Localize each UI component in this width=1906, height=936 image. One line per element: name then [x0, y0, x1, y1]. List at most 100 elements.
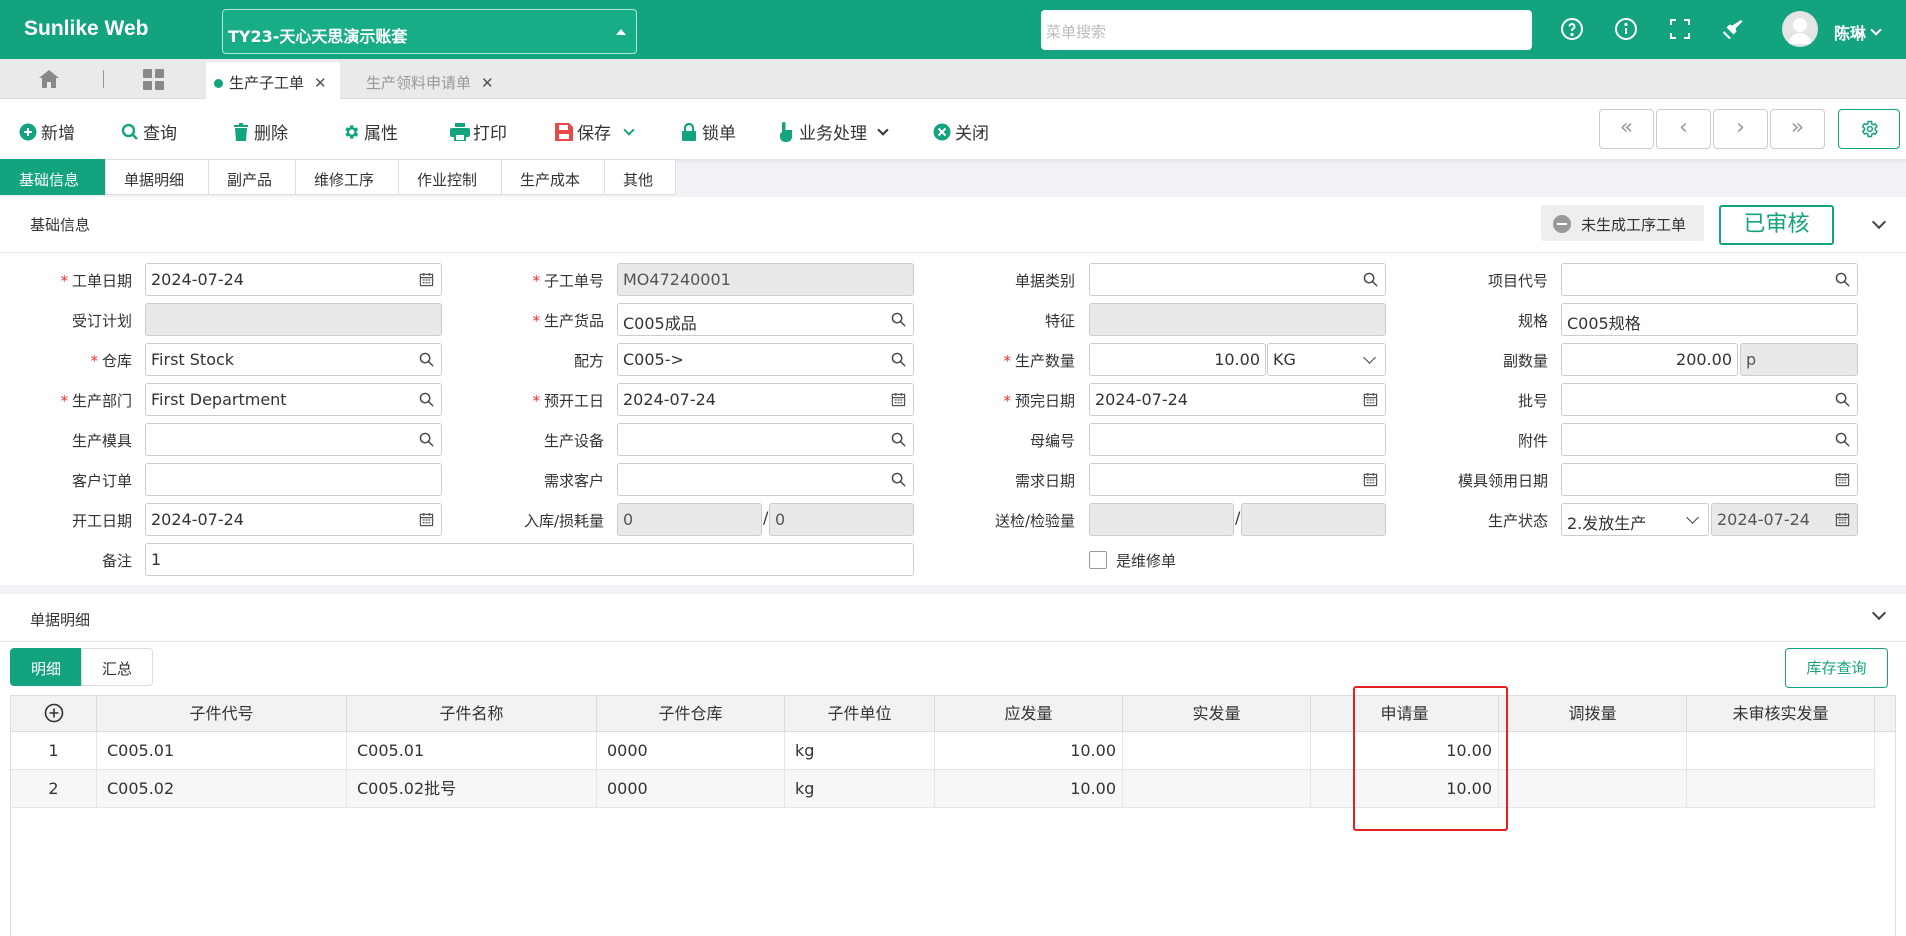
- query-button[interactable]: 查询: [120, 119, 177, 144]
- tab-basic-info[interactable]: 基础信息: [0, 159, 106, 195]
- table-cell[interactable]: kg: [785, 770, 935, 808]
- settings-button[interactable]: [1838, 109, 1900, 149]
- product-field[interactable]: C005成品: [617, 303, 914, 336]
- plan-finish-field[interactable]: 2024-07-24: [1089, 383, 1386, 416]
- plan-start-field[interactable]: 2024-07-24: [617, 383, 914, 416]
- spec-field[interactable]: C005规格: [1561, 303, 1858, 336]
- menu-search-input[interactable]: 菜单搜索: [1041, 10, 1532, 50]
- column-header[interactable]: 未审核实发量: [1687, 696, 1875, 732]
- add-button[interactable]: 新增: [18, 119, 75, 144]
- column-header[interactable]: 子件仓库: [597, 696, 785, 732]
- tab-operation-control[interactable]: 作业控制: [398, 159, 502, 195]
- chevron-down-icon[interactable]: [1871, 214, 1887, 230]
- customer-order-field[interactable]: [145, 463, 442, 496]
- lock-button[interactable]: 锁单: [679, 119, 736, 144]
- properties-button[interactable]: 属性: [341, 119, 398, 144]
- user-avatar[interactable]: [1782, 11, 1818, 47]
- tab-detail[interactable]: 单据明细: [105, 159, 209, 195]
- batch-field[interactable]: [1561, 383, 1858, 416]
- start-date-field[interactable]: 2024-07-24: [145, 503, 442, 536]
- business-process-button[interactable]: 业务处理: [776, 119, 889, 144]
- doc-type-field[interactable]: [1089, 263, 1386, 296]
- formula-field[interactable]: C005->: [617, 343, 914, 376]
- parent-no-field[interactable]: [1089, 423, 1386, 456]
- table-cell[interactable]: [1687, 732, 1875, 770]
- table-cell[interactable]: C005.01: [97, 732, 347, 770]
- prod-status-select[interactable]: 2.发放生产: [1561, 503, 1709, 536]
- sub-qty-label: 副数量: [1502, 352, 1548, 370]
- chevron-down-icon[interactable]: [1870, 24, 1882, 36]
- table-cell[interactable]: 0000: [597, 770, 785, 808]
- info-icon[interactable]: [1614, 17, 1638, 41]
- table-cell[interactable]: [1499, 770, 1687, 808]
- department-field[interactable]: First Department: [145, 383, 442, 416]
- demand-customer-field[interactable]: [617, 463, 914, 496]
- sub-qty-field[interactable]: 200.00: [1561, 343, 1738, 376]
- equipment-field[interactable]: [617, 423, 914, 456]
- chevron-down-icon[interactable]: [877, 123, 889, 136]
- chevron-down-icon[interactable]: [623, 123, 635, 136]
- column-header[interactable]: 子件名称: [347, 696, 597, 732]
- project-code-field[interactable]: [1561, 263, 1858, 296]
- column-header[interactable]: 子件单位: [785, 696, 935, 732]
- tab-by-product[interactable]: 副产品: [208, 159, 296, 195]
- table-cell[interactable]: C005.01: [347, 732, 597, 770]
- table-cell[interactable]: [1687, 770, 1875, 808]
- mold-date-field[interactable]: [1561, 463, 1858, 496]
- table-cell[interactable]: [1123, 732, 1311, 770]
- repair-checkbox[interactable]: [1089, 551, 1107, 569]
- table-cell[interactable]: 0000: [597, 732, 785, 770]
- table-cell[interactable]: kg: [785, 732, 935, 770]
- table-cell[interactable]: [1499, 732, 1687, 770]
- seg-summary[interactable]: 汇总: [81, 648, 153, 686]
- mold-field[interactable]: [145, 423, 442, 456]
- account-selector[interactable]: TY23-天心天思演示账套: [222, 9, 637, 54]
- table-cell[interactable]: [1123, 770, 1311, 808]
- column-header[interactable]: 实发量: [1123, 696, 1311, 732]
- chevron-down-icon[interactable]: [1871, 605, 1887, 621]
- warehouse-field[interactable]: First Stock: [145, 343, 442, 376]
- save-button[interactable]: 保存: [554, 119, 635, 144]
- column-header[interactable]: 子件代号: [97, 696, 347, 732]
- repair-label: 是维修单: [1116, 552, 1177, 570]
- table-cell[interactable]: 10.00: [935, 732, 1123, 770]
- help-icon[interactable]: [1560, 17, 1584, 41]
- stock-query-button[interactable]: 库存查询: [1785, 648, 1888, 688]
- close-icon[interactable]: ✕: [314, 74, 327, 92]
- attachment-field[interactable]: [1561, 423, 1858, 456]
- table-cell[interactable]: C005.02: [97, 770, 347, 808]
- apps-grid-icon[interactable]: [143, 69, 165, 91]
- quantity-field[interactable]: 10.00: [1089, 343, 1266, 376]
- clean-broom-icon[interactable]: [1721, 17, 1745, 41]
- separator-slash: /: [1235, 508, 1241, 527]
- tab-other[interactable]: 其他: [604, 159, 676, 195]
- fullscreen-icon[interactable]: [1668, 17, 1692, 41]
- prev-record-button[interactable]: ‹: [1656, 109, 1711, 149]
- last-record-button[interactable]: »: [1770, 109, 1825, 149]
- tab-repair-process[interactable]: 维修工序: [295, 159, 399, 195]
- delete-button[interactable]: 删除: [231, 119, 288, 144]
- order-date-label: * 工单日期: [60, 272, 132, 290]
- tab-production-sub-order[interactable]: 生产子工单 ✕: [206, 62, 340, 99]
- tab-production-cost[interactable]: 生产成本: [501, 159, 605, 195]
- column-header[interactable]: 调拨量: [1499, 696, 1687, 732]
- order-date-field[interactable]: 2024-07-24: [145, 263, 442, 296]
- table-cell[interactable]: C005.02批号: [347, 770, 597, 808]
- next-record-button[interactable]: ›: [1713, 109, 1768, 149]
- demand-date-field[interactable]: [1089, 463, 1386, 496]
- home-icon[interactable]: [38, 69, 60, 89]
- add-row-button[interactable]: [11, 696, 97, 732]
- remark-field[interactable]: 1: [145, 543, 914, 576]
- user-name[interactable]: 陈琳: [1834, 20, 1866, 44]
- column-header-filler: [1875, 696, 1895, 732]
- close-button[interactable]: 关闭: [932, 119, 989, 144]
- close-icon[interactable]: ✕: [481, 74, 494, 92]
- chevron-down-icon: [1686, 511, 1699, 524]
- first-record-button[interactable]: «: [1599, 109, 1654, 149]
- table-cell[interactable]: 10.00: [935, 770, 1123, 808]
- tab-material-request[interactable]: 生产领料申请单 ✕: [358, 62, 508, 99]
- print-button[interactable]: 打印: [450, 119, 507, 144]
- column-header[interactable]: 应发量: [935, 696, 1123, 732]
- seg-detail[interactable]: 明细: [10, 648, 82, 686]
- unit-select[interactable]: KG: [1267, 343, 1386, 376]
